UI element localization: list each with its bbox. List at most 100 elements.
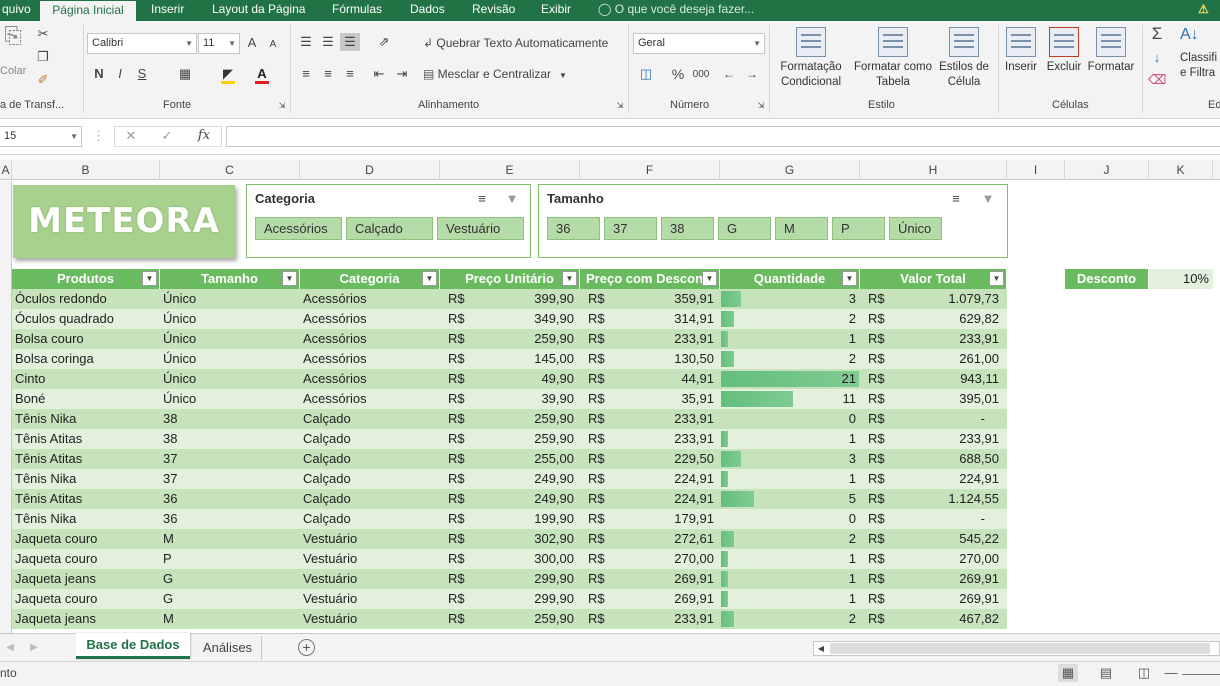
bold-button[interactable]: N (91, 65, 107, 83)
table-row[interactable]: Bolsa couro Único Acessórios R$ 259,90 R$ 233,… (12, 329, 1007, 349)
cell-preco-desconto[interactable]: 270,00 (620, 549, 720, 569)
tab-inserir[interactable]: Inserir (151, 0, 184, 21)
warning-icon[interactable]: ⚠ (1198, 0, 1209, 21)
cell-quantidade[interactable]: 21 (720, 369, 860, 389)
cell-quantidade[interactable]: 0 (720, 509, 860, 529)
cell-quantidade[interactable]: 2 (720, 609, 860, 629)
column-header[interactable]: K (1149, 160, 1213, 180)
slicer-item-unico[interactable]: Único (889, 217, 942, 240)
cell-currency[interactable]: R$ (440, 589, 480, 609)
column-header[interactable]: E (440, 160, 580, 180)
format-as-table-button[interactable]: Formatar como Tabela (851, 27, 935, 90)
cell-currency[interactable]: R$ (440, 469, 480, 489)
cell-currency[interactable]: R$ (860, 509, 900, 529)
table-row[interactable]: Jaqueta couro P Vestuário R$ 300,00 R$ 270,00 1… (12, 549, 1007, 569)
filter-dropdown-icon[interactable]: ▼ (142, 271, 157, 286)
scroll-left-icon[interactable]: ◀ (4, 639, 16, 657)
cell-tamanho[interactable]: M (160, 529, 300, 549)
cell-quantidade[interactable]: 1 (720, 469, 860, 489)
cell-currency[interactable]: R$ (580, 549, 620, 569)
cell-quantidade[interactable]: 2 (720, 529, 860, 549)
cell-quantidade[interactable]: 3 (720, 289, 860, 309)
cell-currency[interactable]: R$ (440, 329, 480, 349)
scrollbar-thumb[interactable] (830, 643, 1210, 654)
filter-dropdown-icon[interactable]: ▼ (562, 271, 577, 286)
cell-quantidade[interactable]: 1 (720, 569, 860, 589)
cell-currency[interactable]: R$ (860, 289, 900, 309)
merge-center-button[interactable]: ▤ Mesclar e Centralizar ▼ (423, 67, 567, 81)
normal-view-icon[interactable]: ▦ (1058, 664, 1078, 682)
cell-currency[interactable]: R$ (580, 529, 620, 549)
cell-produto[interactable]: Tênis Atitas (12, 429, 160, 449)
cell-categoria[interactable]: Acessórios (300, 369, 440, 389)
insert-cells-button[interactable]: Inserir (1002, 27, 1040, 75)
cell-valor-total[interactable]: 943,11 (900, 369, 1007, 389)
tab-exibir[interactable]: Exibir (541, 0, 571, 21)
cell-preco-desconto[interactable]: 44,91 (620, 369, 720, 389)
cell-quantidade[interactable]: 3 (720, 449, 860, 469)
cell-valor-total[interactable]: 261,00 (900, 349, 1007, 369)
discount-value[interactable]: 10% (1149, 269, 1213, 289)
copy-icon[interactable]: ❐ (34, 48, 52, 66)
cell-currency[interactable]: R$ (440, 409, 480, 429)
grow-font-button[interactable]: A (244, 34, 260, 52)
table-row[interactable]: Cinto Único Acessórios R$ 49,90 R$ 44,91 21 R$ 94… (12, 369, 1007, 389)
cell-currency[interactable]: R$ (860, 489, 900, 509)
cell-categoria[interactable]: Vestuário (300, 529, 440, 549)
enter-icon[interactable]: ✓ (159, 127, 175, 145)
cell-preco-unitario[interactable]: 145,00 (480, 349, 580, 369)
cell-categoria[interactable]: Acessórios (300, 349, 440, 369)
table-row[interactable]: Bolsa coringa Único Acessórios R$ 145,00 R$ 13… (12, 349, 1007, 369)
cell-produto[interactable]: Jaqueta couro (12, 529, 160, 549)
fill-icon[interactable]: ↓ (1148, 49, 1166, 67)
cell-preco-desconto[interactable]: 269,91 (620, 569, 720, 589)
cell-valor-total[interactable]: 224,91 (900, 469, 1007, 489)
cell-produto[interactable]: Óculos redondo (12, 289, 160, 309)
cell-preco-unitario[interactable]: 259,90 (480, 409, 580, 429)
clear-icon[interactable]: ⌫ (1148, 71, 1166, 89)
percent-style-button[interactable]: % (670, 65, 686, 83)
cell-tamanho[interactable]: 37 (160, 449, 300, 469)
align-left-icon[interactable]: ≡ (297, 65, 315, 83)
table-row[interactable]: Jaqueta jeans G Vestuário R$ 299,90 R$ 269,91 1… (12, 569, 1007, 589)
cell-currency[interactable]: R$ (440, 429, 480, 449)
sheet-tab-analises[interactable]: Análises (194, 636, 262, 660)
filter-dropdown-icon[interactable]: ▼ (702, 271, 717, 286)
cell-tamanho[interactable]: 36 (160, 509, 300, 529)
cell-quantidade[interactable]: 5 (720, 489, 860, 509)
slicer-item-37[interactable]: 37 (604, 217, 657, 240)
name-box[interactable]: 15 ▼ (0, 126, 82, 147)
page-break-view-icon[interactable]: ◫ (1134, 664, 1154, 682)
cell-valor-total[interactable]: 1.079,73 (900, 289, 1007, 309)
column-header[interactable]: H (860, 160, 1007, 180)
column-header[interactable]: I (1007, 160, 1065, 180)
cell-categoria[interactable]: Vestuário (300, 549, 440, 569)
cell-currency[interactable]: R$ (860, 589, 900, 609)
decrease-indent-icon[interactable]: ⇤ (370, 65, 388, 83)
cell-categoria[interactable]: Acessórios (300, 289, 440, 309)
cell-currency[interactable]: R$ (860, 449, 900, 469)
cell-produto[interactable]: Tênis Nika (12, 509, 160, 529)
zoom-slider[interactable] (1182, 674, 1220, 675)
format-painter-icon[interactable]: ✐ (34, 71, 52, 89)
cell-produto[interactable]: Jaqueta jeans (12, 569, 160, 589)
cell-currency[interactable]: R$ (580, 429, 620, 449)
cell-preco-desconto[interactable]: 269,91 (620, 589, 720, 609)
cell-tamanho[interactable]: Único (160, 389, 300, 409)
cell-tamanho[interactable]: G (160, 589, 300, 609)
cell-produto[interactable]: Jaqueta couro (12, 589, 160, 609)
accounting-format-icon[interactable]: ◫ (635, 65, 657, 83)
table-row[interactable]: Boné Único Acessórios R$ 39,90 R$ 35,91 11 R$ 395… (12, 389, 1007, 409)
cell-produto[interactable]: Tênis Atitas (12, 449, 160, 469)
cut-icon[interactable]: ✂ (34, 25, 52, 43)
cell-preco-unitario[interactable]: 199,90 (480, 509, 580, 529)
scroll-left-arrow-icon[interactable]: ◀ (816, 640, 826, 658)
cell-currency[interactable]: R$ (860, 609, 900, 629)
table-row[interactable]: Tênis Atitas 36 Calçado R$ 249,90 R$ 224,91 5 R$… (12, 489, 1007, 509)
paste-button[interactable]: Colar (0, 65, 26, 77)
cell-currency[interactable]: R$ (860, 389, 900, 409)
cell-valor-total[interactable]: 233,91 (900, 429, 1007, 449)
cell-currency[interactable]: R$ (580, 489, 620, 509)
filter-dropdown-icon[interactable]: ▼ (842, 271, 857, 286)
tab-dados[interactable]: Dados (410, 0, 445, 21)
